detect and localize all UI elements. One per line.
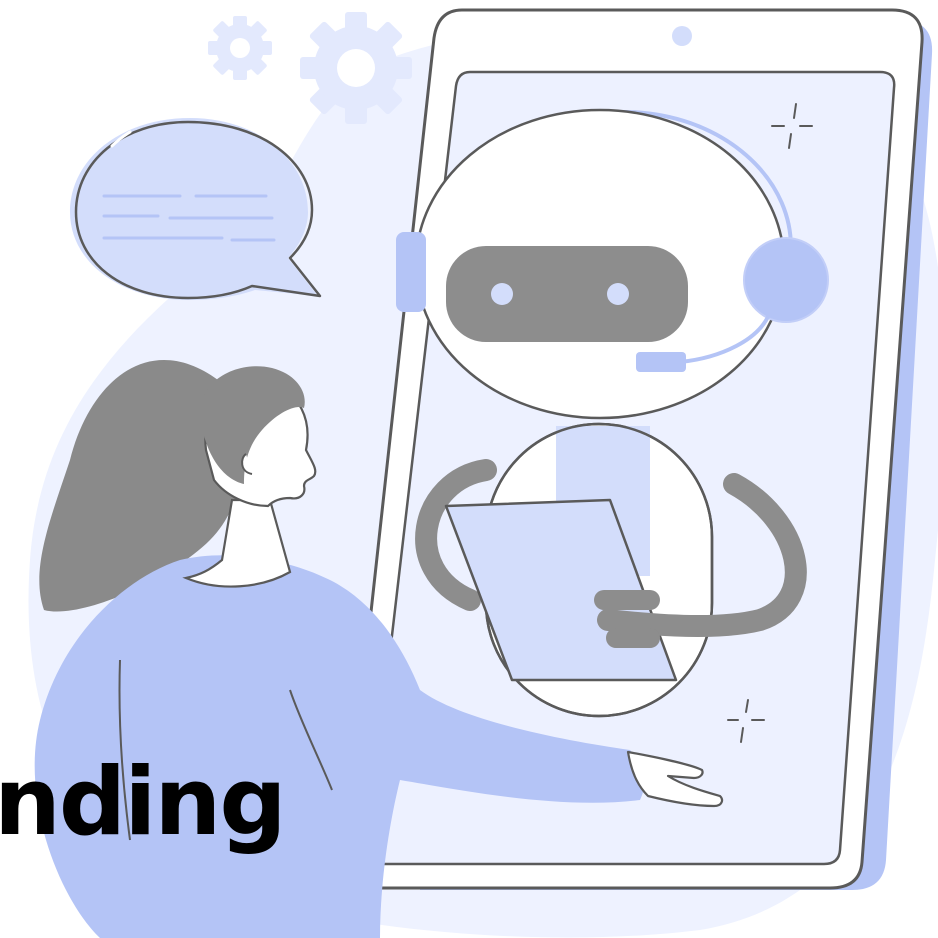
- camera-dot: [672, 26, 692, 46]
- illustration-stage: nding: [0, 0, 938, 938]
- headset-mic: [636, 352, 686, 372]
- robot-eye-right: [607, 283, 629, 305]
- gear-icon: [300, 12, 412, 124]
- speech-bubble-icon: [70, 118, 322, 300]
- robot-eye-left: [491, 283, 513, 305]
- robot-visor: [446, 246, 688, 342]
- robot-ear-left: [396, 232, 426, 312]
- headline-text: nding: [0, 748, 287, 857]
- gear-icon: [208, 16, 272, 80]
